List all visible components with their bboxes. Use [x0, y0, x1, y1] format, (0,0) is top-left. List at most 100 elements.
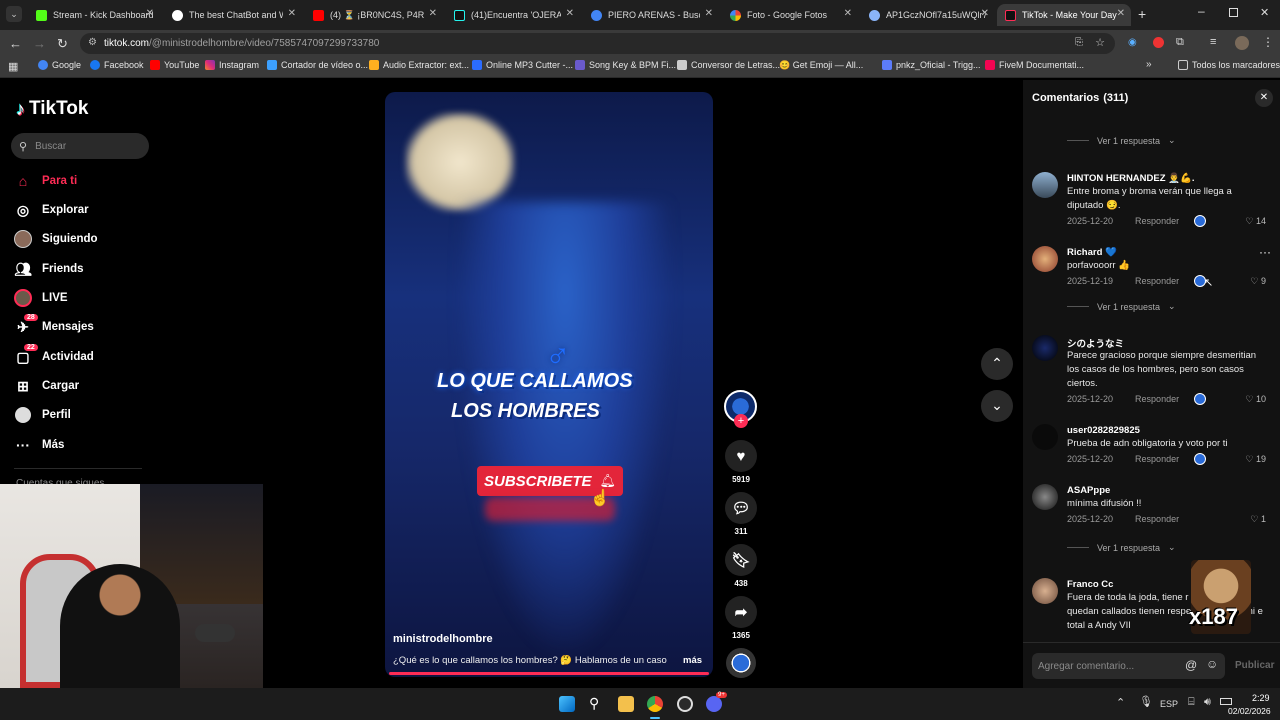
- tab-search-icon[interactable]: ⌄: [6, 6, 22, 22]
- view-replies-button[interactable]: Ver 1 respuesta ⌄: [1067, 135, 1176, 146]
- commenter-name[interactable]: user0282829825: [1067, 425, 1140, 436]
- close-tab-icon[interactable]: ✕: [1117, 8, 1125, 19]
- commenter-avatar[interactable]: [1032, 578, 1058, 604]
- view-replies-button[interactable]: Ver 1 respuesta ⌄: [1067, 542, 1176, 553]
- close-tab-icon[interactable]: ✕: [844, 8, 852, 19]
- close-tab-icon[interactable]: ✕: [288, 8, 296, 19]
- emoji-icon[interactable]: ☺: [1206, 657, 1218, 671]
- discord-icon[interactable]: [706, 696, 722, 712]
- nav-explorar[interactable]: ◎ Explorar: [14, 199, 89, 221]
- more-bookmarks-icon[interactable]: »: [1146, 59, 1152, 70]
- video-progress-bar[interactable]: [389, 672, 709, 675]
- nav-mensajes[interactable]: ✈ 28 Mensajes: [14, 314, 94, 338]
- obs-icon[interactable]: [677, 696, 693, 712]
- tab-google-search[interactable]: PIERO ARENAS - Buscar c ✕: [583, 4, 719, 26]
- bookmark-google[interactable]: Google: [38, 60, 81, 70]
- close-tab-icon[interactable]: ✕: [705, 8, 713, 19]
- search-icon[interactable]: ⚲: [589, 695, 599, 712]
- bookmark-youtube[interactable]: YouTube: [150, 60, 199, 70]
- language-indicator[interactable]: ESP: [1160, 699, 1178, 709]
- nav-para-ti[interactable]: ⌂ Para ti: [14, 170, 77, 192]
- comment-like[interactable]: ♡ 10: [1245, 394, 1266, 405]
- bookmark-cortador[interactable]: Cortador de vídeo o...: [267, 60, 368, 70]
- bookmark-audio-extractor[interactable]: Audio Extractor: ext...: [369, 60, 469, 70]
- follow-plus-button[interactable]: +: [734, 414, 748, 428]
- search-box[interactable]: ⚲ Buscar: [11, 133, 149, 159]
- commenter-avatar[interactable]: [1032, 335, 1058, 361]
- restore-button[interactable]: [1229, 8, 1238, 17]
- commenter-avatar[interactable]: [1032, 246, 1058, 272]
- clock-time[interactable]: 2:29: [1252, 693, 1270, 703]
- nav-live[interactable]: LIVE: [14, 287, 68, 309]
- forward-arrow-icon[interactable]: →: [33, 36, 46, 51]
- voice-extension-icon[interactable]: ◉: [1128, 37, 1137, 48]
- bookmark-mp3-cutter[interactable]: Online MP3 Cutter -...: [472, 60, 573, 70]
- like-action[interactable]: ♥ 5919: [724, 440, 758, 484]
- all-bookmarks-folder[interactable]: Todos los marcadores: [1178, 60, 1280, 70]
- tab-chatbot[interactable]: The best ChatBot and Wi ✕: [164, 4, 302, 26]
- windows-start-icon[interactable]: [559, 696, 575, 712]
- commenter-avatar[interactable]: [1032, 484, 1058, 510]
- tiktok-logo[interactable]: ♪ TikTok: [16, 98, 88, 120]
- clock-date[interactable]: 02/02/2026: [1228, 706, 1271, 716]
- microphone-icon[interactable]: 🎙︎: [1139, 695, 1153, 708]
- site-info-icon[interactable]: ⚙: [88, 37, 97, 48]
- reply-button[interactable]: Responder: [1135, 394, 1179, 404]
- video-player[interactable]: ♂ LO QUE CALLAMOS LOS HOMBRES SUBSCRIBET…: [385, 92, 713, 677]
- close-window-button[interactable]: ✕: [1260, 6, 1269, 19]
- reload-icon[interactable]: ↻: [57, 36, 68, 52]
- commenter-name[interactable]: HINTON HERNANDEZ 👨‍⚕️💪.: [1067, 173, 1194, 184]
- volume-icon[interactable]: 🔊︎: [1204, 696, 1211, 709]
- close-tab-icon[interactable]: ✕: [566, 8, 574, 19]
- next-video-button[interactable]: ⌄: [981, 390, 1013, 422]
- tray-chevron-icon[interactable]: ⌃: [1116, 696, 1125, 709]
- reading-list-icon[interactable]: ≡: [1210, 36, 1216, 48]
- view-replies-button[interactable]: Ver 1 respuesta ⌄: [1067, 301, 1176, 312]
- comment-options-icon[interactable]: ···: [1259, 245, 1271, 259]
- comment-like[interactable]: ♡ 1: [1250, 514, 1266, 525]
- reply-button[interactable]: Responder: [1135, 276, 1179, 286]
- comment-action[interactable]: 💬︎ 311: [724, 492, 758, 536]
- bookmark-facebook[interactable]: Facebook: [90, 60, 144, 70]
- video-author[interactable]: ministrodelhombre: [393, 633, 493, 645]
- install-app-icon[interactable]: ⎘: [1075, 37, 1083, 48]
- nav-actividad[interactable]: ▢ 22 Actividad: [14, 344, 94, 368]
- bookmark-emoji[interactable]: 😊 Get Emoji — All...: [779, 60, 863, 71]
- bookmark-song-key[interactable]: Song Key & BPM Fi...: [575, 60, 676, 70]
- publish-button[interactable]: Publicar: [1235, 660, 1274, 671]
- network-icon[interactable]: ⌸: [1188, 696, 1195, 709]
- back-arrow-icon[interactable]: ←: [9, 36, 22, 51]
- nav-siguiendo[interactable]: Siguiendo: [14, 228, 98, 250]
- extensions-icon[interactable]: ⧉: [1176, 36, 1184, 49]
- new-tab-button[interactable]: +: [1138, 6, 1146, 22]
- save-action[interactable]: 🔖︎ 438: [724, 544, 758, 588]
- commenter-name[interactable]: シのようなミ: [1067, 336, 1124, 350]
- comment-like[interactable]: ♡ 9: [1250, 276, 1266, 287]
- tab-image[interactable]: AP1GczNOfl7a15uWQlr7 ✕: [861, 4, 995, 26]
- menu-dots-icon[interactable]: ⋮: [1262, 35, 1274, 49]
- bookmark-conversor[interactable]: Conversor de Letras...: [677, 60, 780, 70]
- reply-button[interactable]: Responder: [1135, 514, 1179, 524]
- nav-mas[interactable]: ··· Más: [14, 434, 64, 456]
- apps-grid-icon[interactable]: ▦: [8, 60, 18, 73]
- reply-button[interactable]: Responder: [1135, 216, 1179, 226]
- address-bar[interactable]: ⚙ tiktok.com/@ministrodelhombre/video/75…: [80, 33, 1115, 54]
- close-tab-icon[interactable]: ✕: [981, 8, 989, 19]
- commenter-name[interactable]: Richard 💙: [1067, 247, 1117, 258]
- caption-more-link[interactable]: más: [683, 655, 702, 666]
- minimize-button[interactable]: –: [1198, 4, 1205, 18]
- comment-input[interactable]: Agregar comentario... @ ☺: [1032, 653, 1225, 679]
- bookmark-instagram[interactable]: Instagram: [205, 60, 259, 70]
- share-action[interactable]: ➦ 1365: [724, 596, 758, 640]
- close-tab-icon[interactable]: ✕: [146, 8, 154, 19]
- tab-tiktok-search[interactable]: (41)Encuentra 'OJERAS AI ✕: [446, 4, 580, 26]
- battery-icon[interactable]: [1220, 698, 1232, 705]
- bookmark-star-icon[interactable]: ☆: [1095, 36, 1105, 49]
- nav-cargar[interactable]: ⊞ Cargar: [14, 375, 79, 397]
- commenter-avatar[interactable]: [1032, 424, 1058, 450]
- previous-video-button[interactable]: ⌃: [981, 348, 1013, 380]
- commenter-avatar[interactable]: [1032, 172, 1058, 198]
- commenter-name[interactable]: ASAPppe: [1067, 485, 1110, 496]
- tab-youtube[interactable]: (4) ⏳ ¡BR0NC4S, P4R ✕: [305, 4, 443, 26]
- nav-friends[interactable]: 👥︎ Friends: [14, 258, 83, 280]
